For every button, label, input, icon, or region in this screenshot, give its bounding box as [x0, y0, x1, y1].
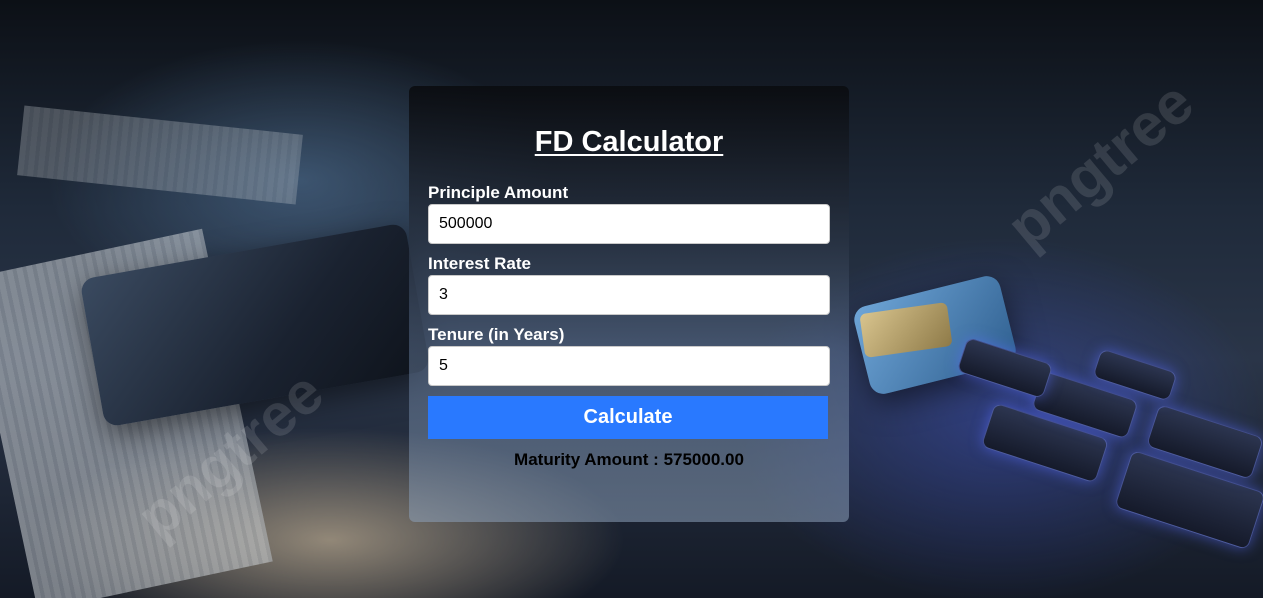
principal-label: Principle Amount — [428, 183, 569, 202]
tenure-input[interactable] — [428, 346, 830, 386]
page-title: FD Calculator — [534, 126, 724, 158]
interest-rate-label: Interest Rate — [428, 254, 531, 273]
maturity-amount-result: Maturity Amount : 575000.00 — [514, 450, 744, 469]
bill-decoration — [17, 105, 303, 205]
principal-input[interactable] — [428, 204, 830, 244]
interest-rate-input[interactable] — [428, 275, 830, 315]
fd-calculator-panel: FD Calculator Principle Amount Interest … — [409, 86, 849, 522]
tenure-label: Tenure (in Years) — [428, 325, 565, 344]
watermark-text: pngtree — [994, 68, 1206, 261]
calculate-button[interactable]: Calculate — [428, 396, 828, 439]
